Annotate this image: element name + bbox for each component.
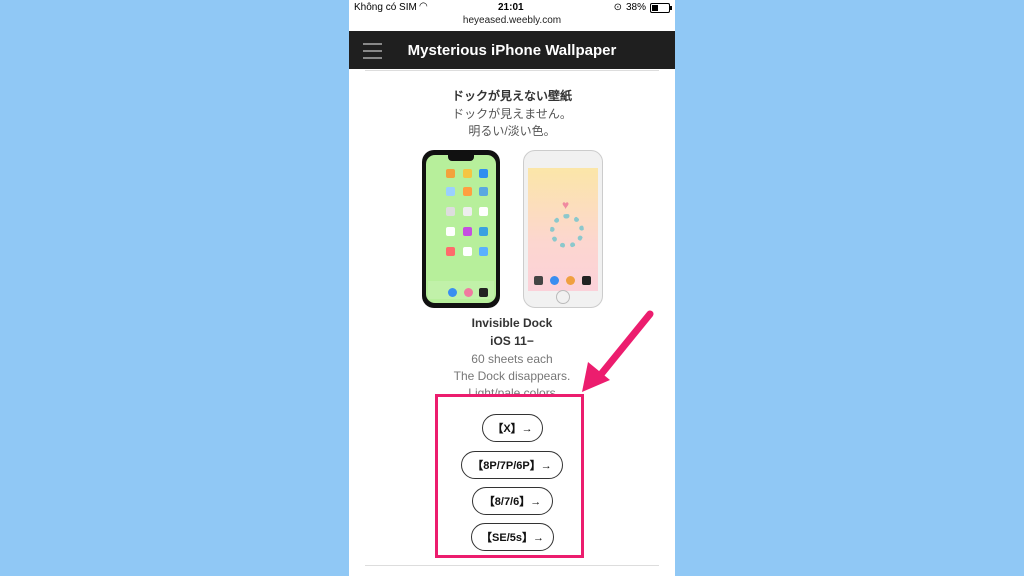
clock-text: 21:01 [498, 2, 524, 13]
site-navbar: Mysterious iPhone Wallpaper [349, 31, 675, 69]
arrow-icon [582, 310, 654, 392]
address-bar-url[interactable]: heyeased.weebly.com [349, 15, 675, 26]
jp-line-1: ドックが見えません。 [452, 107, 572, 121]
iphone-x-preview-image [422, 150, 500, 308]
orientation-lock-icon: ⊙ [613, 2, 622, 13]
status-bar: Không có SIM ◠ 21:01 ⊙ 38% [349, 0, 675, 14]
site-title[interactable]: Mysterious iPhone Wallpaper [349, 42, 675, 59]
jp-heading: ドックが見えない壁紙 [451, 89, 572, 103]
battery-percent: 38% [625, 2, 646, 13]
carrier-text: Không có SIM [354, 2, 417, 13]
status-right: ⊙ 38% [613, 2, 672, 13]
battery-icon [650, 2, 672, 13]
highlight-box [435, 394, 584, 558]
wifi-icon: ◠ [419, 1, 428, 12]
jp-line-2: 明るい/淡い色。 [468, 124, 556, 138]
divider [365, 70, 659, 71]
divider [365, 565, 659, 566]
iphone-8-preview-image: ♥ [523, 150, 603, 308]
